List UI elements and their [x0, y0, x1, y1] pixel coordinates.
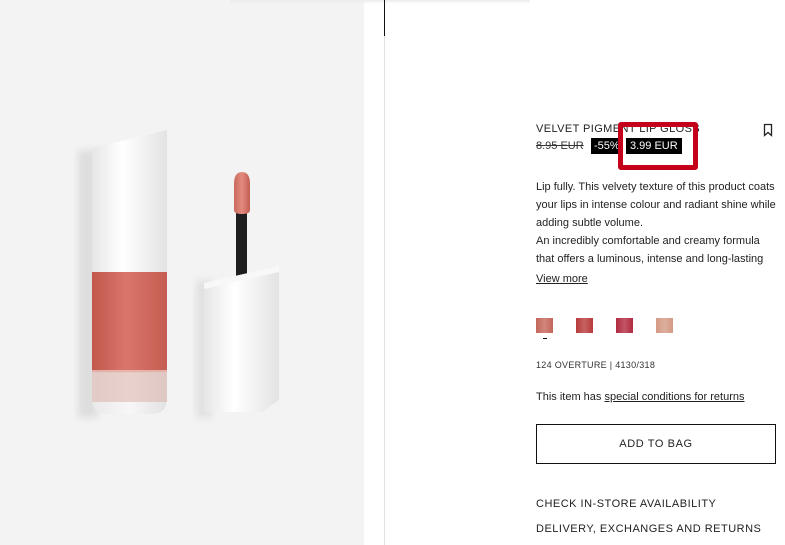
lip-gloss-illustration	[78, 130, 279, 418]
product-description: Lip fully. This velvety texture of this …	[536, 178, 776, 268]
old-price: 8.95 EUR	[536, 140, 584, 152]
view-more-link[interactable]: View more	[536, 273, 588, 285]
color-swatch-1[interactable]	[536, 318, 553, 333]
divider-accent	[384, 0, 385, 36]
add-to-bag-button[interactable]: ADD TO BAG	[536, 424, 776, 464]
description-paragraph: Lip fully. This velvety texture of this …	[536, 181, 776, 229]
returns-text: This item has	[536, 391, 605, 403]
color-swatch-2[interactable]	[576, 318, 593, 333]
top-shadow	[230, 0, 530, 4]
returns-notice: This item has special conditions for ret…	[536, 391, 744, 403]
delivery-returns-link[interactable]: DELIVERY, EXCHANGES AND RETURNS	[536, 523, 761, 535]
returns-conditions-link[interactable]: special conditions for returns	[604, 391, 744, 403]
bookmark-icon[interactable]	[762, 123, 774, 137]
price-highlight-annotation	[618, 122, 698, 170]
description-paragraph: An incredibly comfortable and creamy for…	[536, 235, 764, 265]
product-reference: 124 OVERTURE | 4130/318	[536, 360, 656, 370]
color-swatch-4[interactable]	[656, 318, 673, 333]
color-swatch-3[interactable]	[616, 318, 633, 333]
panel-divider	[384, 0, 385, 545]
product-image[interactable]	[0, 0, 364, 545]
check-store-availability-link[interactable]: CHECK IN-STORE AVAILABILITY	[536, 498, 716, 510]
selected-swatch-indicator	[543, 338, 547, 339]
